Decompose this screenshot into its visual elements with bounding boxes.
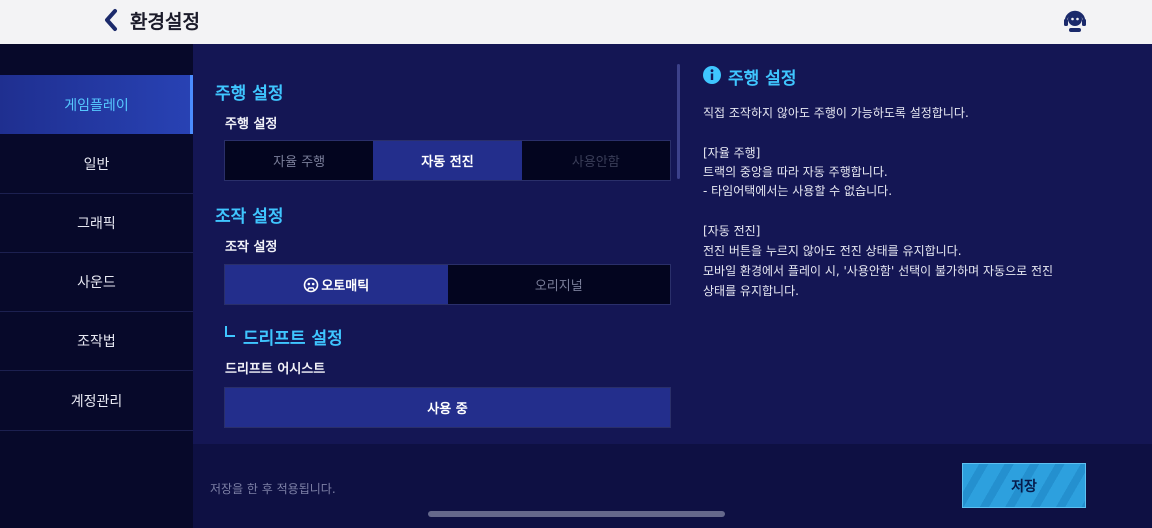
sidebar: 게임플레이 일반 그래픽 사운드 조작법 계정관리	[0, 44, 193, 528]
drift-assist-label: 드리프트 어시스트	[225, 362, 326, 377]
chevron-left-icon	[105, 9, 117, 31]
info-line: 전진 버튼을 누르지 않아도 전진 상태를 유지합니다.	[703, 244, 962, 258]
info-line: [자동 전진]	[703, 224, 761, 238]
headset-icon[interactable]	[1063, 8, 1087, 34]
info-line: 모바일 환경에서 플레이 시, '사용안함' 선택이 불가하며 자동으로 전진	[703, 264, 1054, 278]
sidebar-item-sound[interactable]: 사운드	[0, 253, 193, 312]
option-automatic[interactable]: 오토매틱	[225, 265, 448, 304]
option-auto-forward[interactable]: 자동 전진	[373, 141, 522, 180]
scrollbar[interactable]	[677, 64, 680, 179]
drift-assist-button[interactable]: 사용 중	[225, 388, 670, 427]
sub-section-corner-icon	[225, 326, 235, 337]
sidebar-item-label: 일반	[83, 157, 110, 173]
sidebar-item-label: 조작법	[77, 334, 116, 350]
info-line: 트랙의 중앙을 따라 자동 주행합니다.	[703, 165, 888, 179]
info-line: [자율 주행]	[703, 146, 761, 160]
robot-icon	[304, 277, 319, 292]
apply-hint: 저장을 한 후 적용됩니다.	[210, 482, 336, 496]
option-automatic-label: 오토매틱	[321, 279, 370, 294]
home-indicator	[428, 511, 725, 517]
option-autonomous[interactable]: 자율 주행	[225, 141, 374, 180]
control-label: 조작 설정	[225, 240, 278, 255]
save-button[interactable]: 저장	[962, 463, 1086, 508]
info-title: 주행 설정	[728, 69, 797, 89]
control-mode-selector: 오토매틱 오리지널	[224, 264, 671, 305]
sidebar-item-gameplay[interactable]: 게임플레이	[0, 75, 193, 134]
settings-panel	[193, 44, 1152, 444]
drift-section-title: 드리프트 설정	[243, 329, 343, 349]
info-icon	[703, 66, 721, 84]
info-line: 상태를 유지합니다.	[703, 284, 799, 298]
sidebar-item-controls[interactable]: 조작법	[0, 312, 193, 371]
info-line: 직접 조작하지 않아도 주행이 가능하도록 설정합니다.	[703, 106, 969, 120]
driving-label: 주행 설정	[225, 117, 278, 132]
driving-section-title: 주행 설정	[215, 84, 284, 104]
option-disabled[interactable]: 사용안함	[521, 141, 670, 180]
sidebar-item-label: 게임플레이	[64, 97, 129, 114]
sidebar-item-label: 그래픽	[77, 216, 116, 232]
page-title: 환경설정	[130, 10, 200, 33]
sidebar-item-general[interactable]: 일반	[0, 135, 193, 194]
sidebar-item-graphics[interactable]: 그래픽	[0, 194, 193, 253]
top-bar: 환경설정	[0, 0, 1152, 44]
sidebar-item-label: 사운드	[77, 275, 116, 291]
driving-mode-selector: 자율 주행 자동 전진 사용안함	[224, 140, 671, 181]
drift-assist-toggle: 사용 중	[224, 387, 671, 428]
back-button[interactable]: 환경설정	[100, 6, 200, 34]
option-original[interactable]: 오리지널	[447, 265, 670, 304]
control-section-title: 조작 설정	[215, 207, 284, 227]
sidebar-item-label: 계정관리	[70, 394, 123, 410]
info-line: - 타임어택에서는 사용할 수 없습니다.	[703, 184, 893, 198]
sidebar-item-account[interactable]: 계정관리	[0, 372, 193, 431]
